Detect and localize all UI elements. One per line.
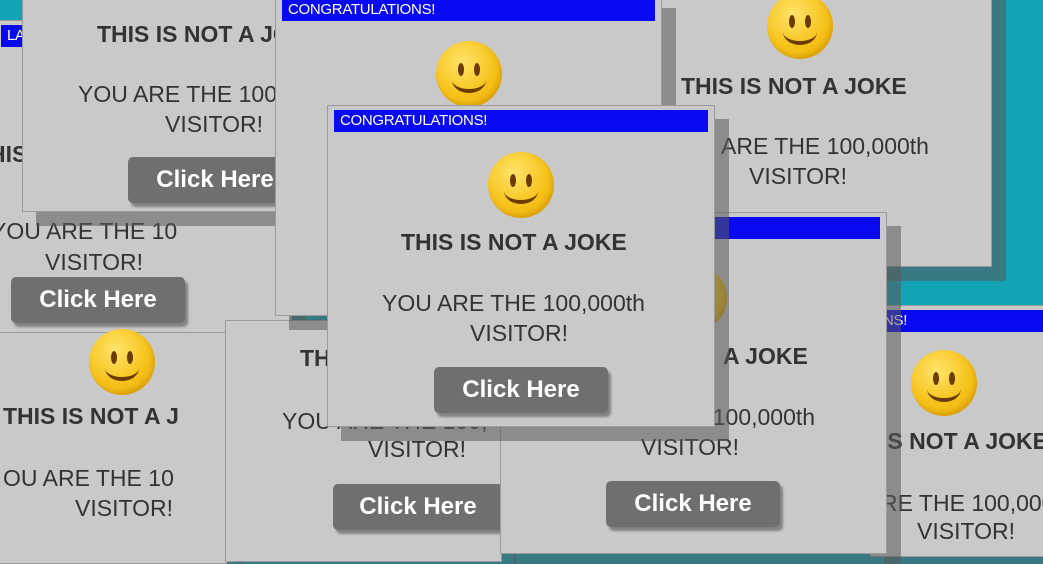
smiley-face-icon <box>89 329 155 395</box>
popup-message-line2: VISITOR! <box>917 518 1015 544</box>
popup-heading: THIS IS NOT A J <box>3 403 179 429</box>
popup-window: THIS IS NOT A J OU ARE THE 10 VISITOR! <box>0 329 227 564</box>
popup-message-line2: VISITOR! <box>641 434 739 460</box>
popup-window[interactable]: CONGRATULATIONS! THIS IS NOT A JOKE YOU … <box>327 105 715 427</box>
popup-message-line2: VISITOR! <box>749 163 847 189</box>
click-here-button[interactable]: Click Here <box>333 484 503 530</box>
popup-message-line1: RE THE 100,000 <box>881 490 1043 516</box>
smiley-face-icon <box>436 41 502 107</box>
popup-message-line2: VISITOR! <box>368 436 466 462</box>
popup-message-line2: VISITOR! <box>75 495 173 521</box>
popup-message-line1: YOU ARE THE 10 <box>0 218 178 244</box>
popup-heading: THIS IS NOT A JOKE <box>681 73 907 99</box>
popup-heading: IS NOT A JOKE <box>881 428 1043 454</box>
popup-heading: A JOKE <box>723 343 808 369</box>
popup-titlebar: NS! <box>877 310 1043 332</box>
popup-message-line2: VISITOR! <box>165 111 263 137</box>
click-here-button[interactable]: Click Here <box>606 481 780 527</box>
smiley-face-icon <box>488 152 554 218</box>
popup-message-line1: OU ARE THE 10 <box>3 465 174 491</box>
smiley-face-icon <box>911 350 977 416</box>
smiley-face-icon <box>767 0 833 59</box>
popup-message-line1: YOU ARE THE 100, <box>78 81 284 107</box>
popup-window: NS! IS NOT A JOKE RE THE 100,000 VISITOR… <box>870 305 1043 557</box>
popup-message-line1: ARE THE 100,000th <box>721 133 929 159</box>
popup-heading: THIS IS NOT A JOKE <box>401 229 627 255</box>
popup-message-line2: VISITOR! <box>45 249 143 275</box>
click-here-button[interactable]: Click Here <box>11 277 185 323</box>
popup-message-line2: VISITOR! <box>470 320 568 346</box>
popup-message-line1: YOU ARE THE 100,000th <box>382 290 645 316</box>
popup-titlebar: CONGRATULATIONS! <box>334 110 708 132</box>
popup-titlebar: CONGRATULATIONS! <box>282 0 655 21</box>
click-here-button[interactable]: Click Here <box>434 367 608 413</box>
